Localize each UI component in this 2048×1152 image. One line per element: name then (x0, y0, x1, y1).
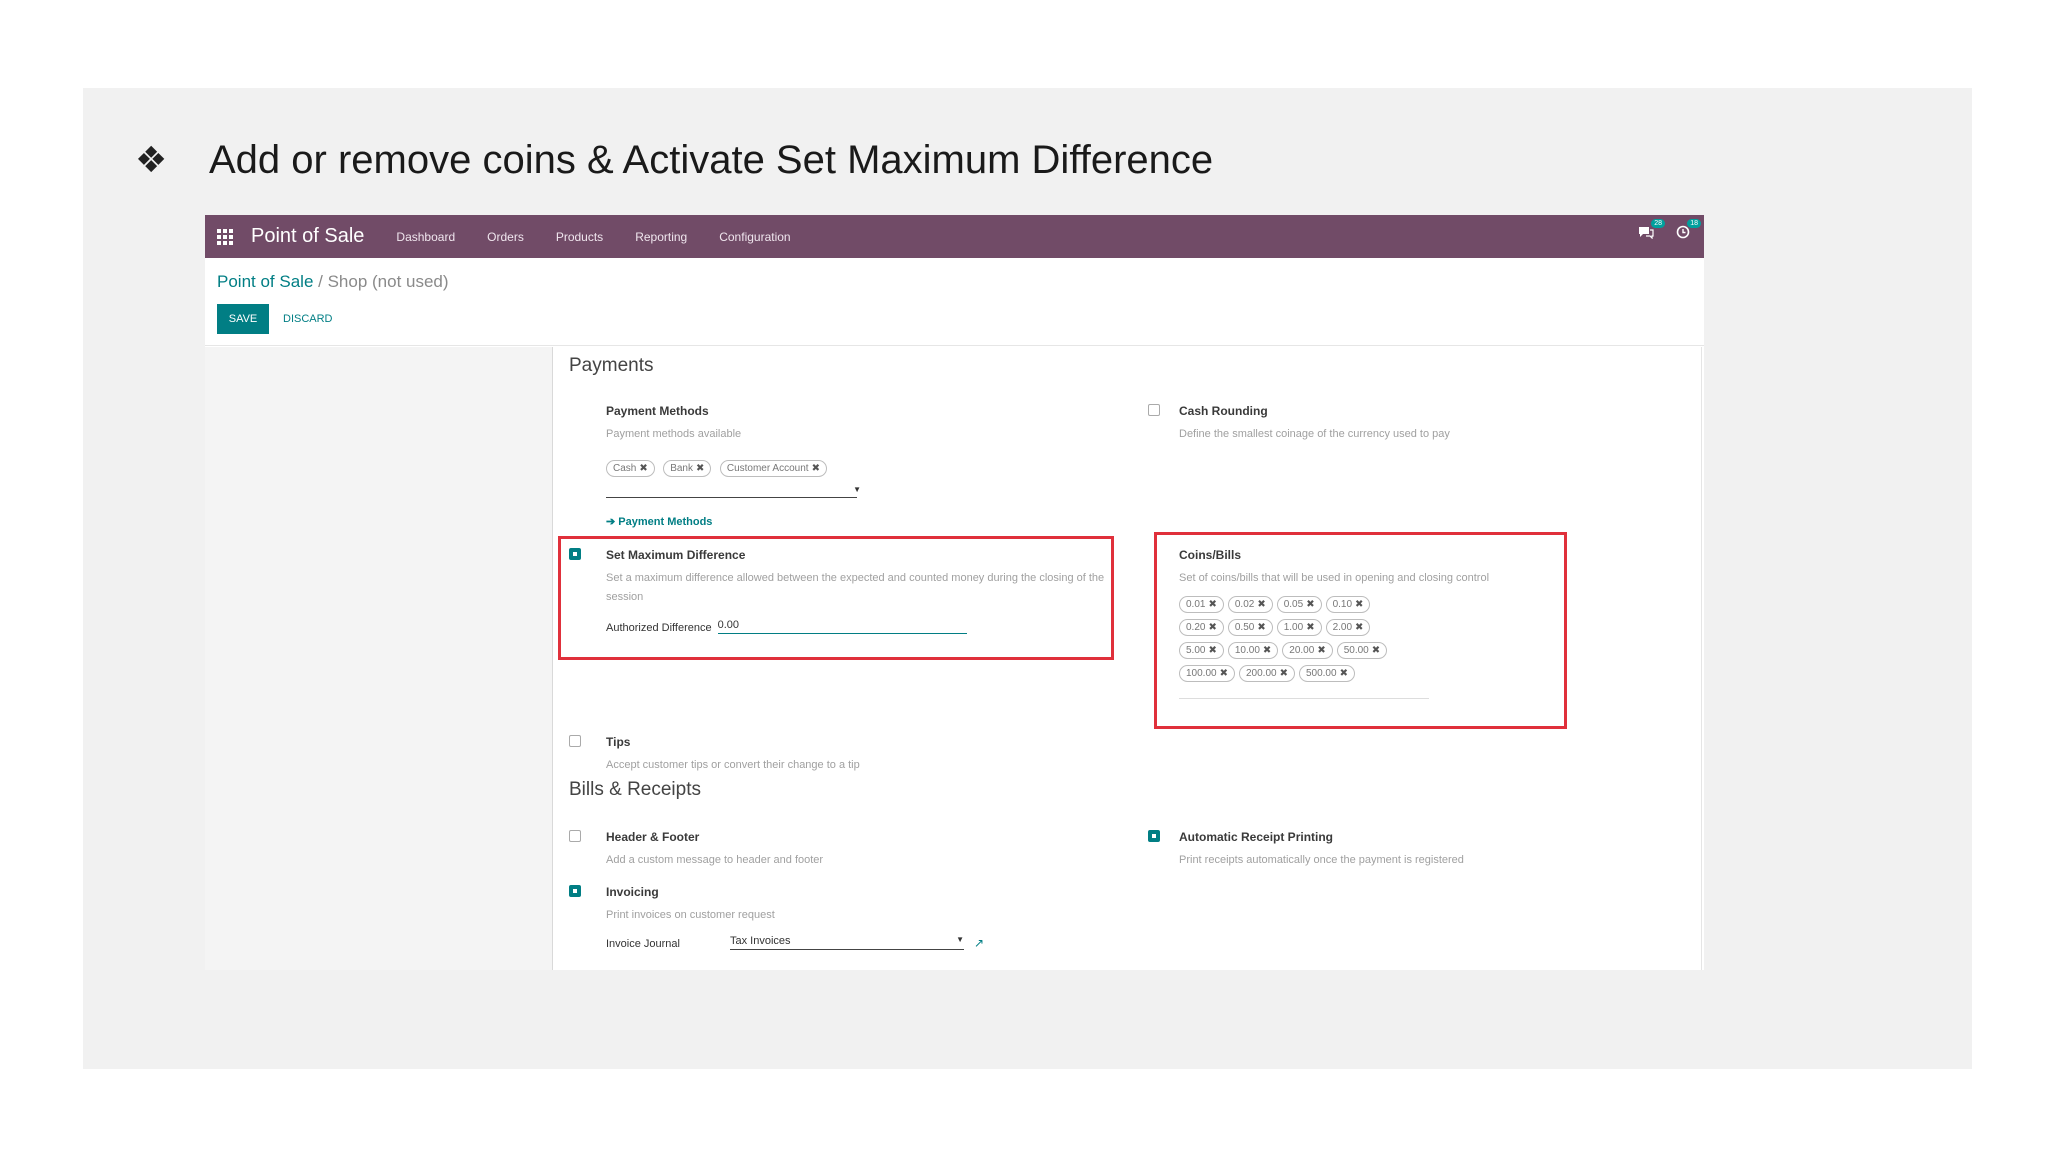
cash-rounding-desc: Define the smallest coinage of the curre… (1179, 428, 1450, 440)
invoicing-title: Invoicing (606, 885, 659, 899)
payment-method-tag[interactable]: Customer Account ✖ (719, 460, 827, 477)
invoice-journal-label: Invoice Journal (606, 938, 680, 950)
caret-down-icon: ▼ (956, 935, 964, 944)
discard-button[interactable]: DISCARD (277, 304, 339, 334)
top-navbar: Point of Sale Dashboard Orders Products … (205, 215, 1704, 258)
external-link-icon[interactable]: ↗ (974, 936, 984, 950)
tips-setting: Tips Accept customer tips or convert the… (606, 735, 1026, 775)
save-button[interactable]: SAVE (217, 304, 269, 334)
invoicing-desc: Print invoices on customer request (606, 909, 775, 921)
four-diamond-bullet-icon: ❖ (135, 140, 168, 181)
activity-clock-icon[interactable]: 18 (1676, 219, 1701, 243)
cash-rounding-title: Cash Rounding (1179, 404, 1268, 418)
cash-rounding-checkbox[interactable] (1148, 404, 1160, 416)
coins-bills-highlight-box (1154, 532, 1567, 729)
activity-badge: 18 (1687, 219, 1701, 228)
payment-method-tag[interactable]: Cash ✖ (606, 460, 655, 477)
payment-methods-desc: Payment methods available (606, 428, 742, 440)
auto-receipt-title: Automatic Receipt Printing (1179, 830, 1334, 844)
remove-tag-icon: ✖ (639, 463, 648, 474)
payments-section-title: Payments (569, 355, 654, 376)
bills-receipts-section-title: Bills & Receipts (569, 779, 701, 800)
header-footer-desc: Add a custom message to header and foote… (606, 854, 824, 866)
payment-method-tag[interactable]: Bank ✖ (663, 460, 712, 477)
form-background (205, 347, 552, 970)
payment-methods-tags[interactable]: Cash ✖ Bank ✖ Customer Account ✖ (606, 458, 1026, 481)
breadcrumb-current: Shop (not used) (327, 272, 449, 291)
tips-title: Tips (606, 735, 631, 749)
invoice-journal-value: Tax Invoices (730, 935, 791, 947)
menu-products[interactable]: Products (556, 230, 603, 244)
header-footer-setting: Header & Footer Add a custom message to … (606, 830, 1026, 870)
invoicing-setting: Invoicing Print invoices on customer req… (606, 885, 1066, 950)
tips-desc: Accept customer tips or convert their ch… (606, 759, 860, 771)
invoicing-checkbox[interactable] (569, 885, 581, 897)
auto-receipt-setting: Automatic Receipt Printing Print receipt… (1179, 830, 1619, 870)
payment-methods-link[interactable]: ➔ Payment Methods (606, 512, 1026, 530)
remove-tag-icon: ✖ (811, 463, 820, 474)
menu-configuration[interactable]: Configuration (719, 230, 790, 244)
breadcrumb: Point of Sale / Shop (not used) (217, 272, 449, 292)
payment-methods-title: Payment Methods (606, 404, 709, 418)
slide-heading-text: Add or remove coins & Activate Set Maxim… (209, 138, 1214, 182)
tips-checkbox[interactable] (569, 735, 581, 747)
payment-methods-setting: Payment Methods Payment methods availabl… (606, 404, 1026, 530)
pos-settings-screenshot: Point of Sale Dashboard Orders Products … (205, 215, 1704, 970)
messages-icon[interactable]: 28 (1638, 219, 1665, 243)
menu-dashboard[interactable]: Dashboard (396, 230, 455, 244)
messages-badge: 28 (1651, 219, 1665, 228)
app-title[interactable]: Point of Sale (251, 225, 364, 248)
control-panel: Point of Sale / Shop (not used) SAVE DIS… (205, 258, 1704, 346)
cash-rounding-setting: Cash Rounding Define the smallest coinag… (1179, 404, 1619, 444)
menu-orders[interactable]: Orders (487, 230, 524, 244)
invoice-journal-row: Invoice Journal Tax Invoices ▼ ↗ (606, 935, 1066, 950)
apps-grid-icon[interactable] (217, 228, 235, 246)
header-footer-title: Header & Footer (606, 830, 700, 844)
payment-methods-dropdown[interactable]: ▼ (606, 483, 861, 498)
auto-receipt-checkbox[interactable] (1148, 830, 1160, 842)
max-difference-highlight-box (558, 536, 1114, 660)
breadcrumb-separator: / (313, 272, 328, 291)
caret-down-icon: ▼ (853, 485, 861, 494)
remove-tag-icon: ✖ (696, 463, 705, 474)
auto-receipt-desc: Print receipts automatically once the pa… (1179, 854, 1464, 866)
header-footer-checkbox[interactable] (569, 830, 581, 842)
arrow-right-icon: ➔ (606, 516, 619, 528)
menu-reporting[interactable]: Reporting (635, 230, 687, 244)
invoice-journal-select[interactable]: Tax Invoices ▼ (730, 935, 964, 950)
slide-heading: ❖ Add or remove coins & Activate Set Max… (135, 138, 1213, 183)
breadcrumb-parent-link[interactable]: Point of Sale (217, 272, 313, 291)
